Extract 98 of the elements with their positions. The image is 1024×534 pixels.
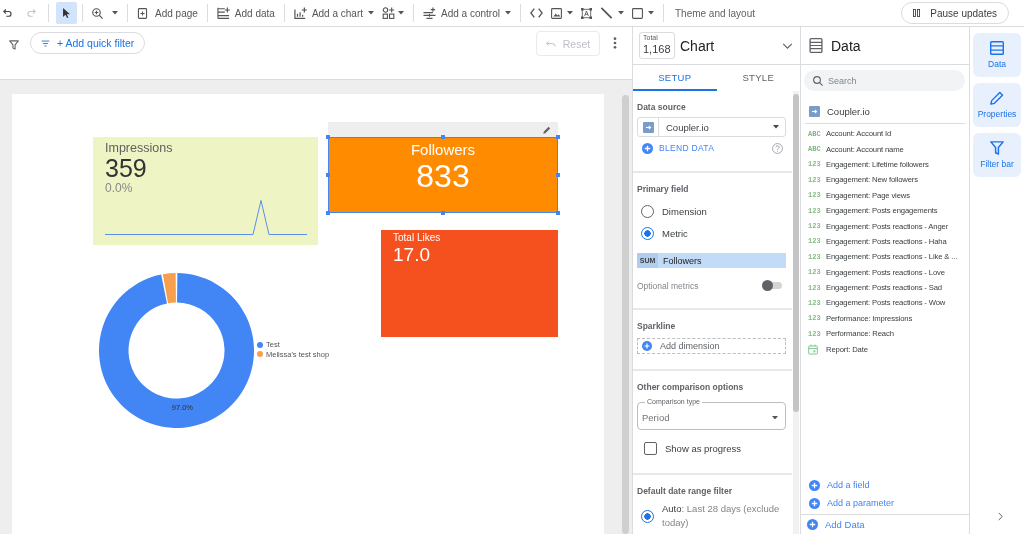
plus-circle-icon [642,341,652,351]
caret-icon [398,11,405,15]
scrollbar-thumb[interactable] [793,94,799,412]
section-heading: Other comparison options [637,381,744,393]
radio-button[interactable] [641,509,654,523]
tab[interactable]: SETUP [633,65,717,91]
select-tool-button[interactable] [56,2,77,24]
data-source-icon [809,105,820,117]
funnel-icon [990,141,1004,155]
filter-icon[interactable] [9,40,19,50]
pause-icon [913,9,921,17]
search-icon [813,75,823,86]
page-plus-icon [137,7,148,19]
checkbox[interactable] [644,442,657,455]
bar-chart-plus-icon [293,7,307,19]
radio-label: Dimension [662,205,707,217]
caret-icon [647,11,654,15]
table-plus-icon [216,7,230,19]
resize-handle[interactable] [556,135,560,139]
resize-handle[interactable] [556,173,560,177]
resize-handle[interactable] [326,173,330,177]
cursor-arrow-icon [63,8,70,18]
theme-and-layout-button[interactable]: Theme and layout [668,2,762,24]
add-page-button[interactable]: Add page [133,2,202,24]
scorecard-value: 17.0 [393,244,430,266]
scrollbar-thumb[interactable] [622,95,629,534]
toggle-switch[interactable] [762,280,782,291]
caret-icon [773,125,779,129]
blend-data-button[interactable]: BLEND DATA [642,142,715,154]
metric-name: Followers [663,255,702,266]
plus-circle-icon [807,519,818,530]
caret-icon [368,11,375,15]
zoom-in-icon [92,7,103,19]
add-chart-button[interactable]: Add a chart [289,2,379,24]
properties-panel-button[interactable]: Properties [973,83,1021,127]
undo-icon[interactable] [3,9,12,17]
panel-title: Data [831,37,861,54]
radio-button[interactable] [641,226,654,240]
resize-handle[interactable] [556,211,560,215]
calendar-icon [808,343,818,355]
add-control-button[interactable]: Add a control [419,2,515,24]
caret-icon [566,11,573,15]
data-source-icon [642,121,654,133]
plus-circle-icon [642,142,653,154]
chevron-down-icon[interactable] [782,42,793,49]
square-icon [631,7,643,19]
caret-icon [112,11,118,15]
caret-icon [617,11,624,15]
text-box-icon [580,7,592,19]
data-panel-button[interactable]: Data [973,33,1021,77]
scorecard-title: Impressions [105,140,173,156]
section-heading: Primary field [637,183,689,195]
search-field[interactable]: Search [804,70,965,91]
filter-lines-icon [41,39,50,47]
total-value: 1,168 [643,42,671,56]
radio-label: Metric [662,227,688,239]
chevron-right-icon[interactable] [997,512,1003,521]
angle-brackets-icon [529,7,543,19]
diagonal-line-icon [599,7,613,19]
checkbox-label: Show as progress [665,443,742,454]
add-link[interactable]: Add a field [809,476,870,495]
section-heading: Default date range filter [637,485,732,497]
resize-handle[interactable] [441,135,445,139]
table-icon [809,38,823,53]
caret-icon [504,11,511,15]
shapes-plus-icon [382,7,396,19]
scorecard-value: 833 [416,159,470,193]
pencil-icon [990,91,1004,105]
data-source-name: Coupler.io [827,105,870,117]
pencil-icon[interactable] [543,125,551,134]
plus-circle-icon [809,479,820,491]
scorecard-change: 0.0% [105,180,133,196]
resize-handle[interactable] [441,211,445,215]
resize-handle[interactable] [326,211,330,215]
panel-title: Chart [680,37,715,54]
section-heading: Data source [637,101,686,113]
scorecard-value: 359 [105,156,147,180]
sliders-plus-icon [423,7,437,19]
add-dimension-button[interactable]: Add dimension [637,338,786,354]
caret-icon [772,415,778,420]
tab[interactable]: STYLE [716,65,800,91]
toggle-label: Optional metrics [637,280,699,291]
add-data-button[interactable]: Add data [212,2,279,24]
scorecard-title: Total Likes [393,232,441,244]
plus-circle-icon [809,497,820,509]
image-icon [550,7,562,19]
scorecard[interactable]: Impressions 359 0.0% [93,137,318,245]
table-icon [990,41,1004,55]
resize-handle[interactable] [326,135,330,139]
scorecard-title: Followers [410,141,476,159]
section-heading: Sparkline [637,320,676,332]
kebab-menu-icon[interactable] [613,37,617,49]
add-data-link[interactable]: Add Data [801,514,969,534]
filter-panel-button[interactable]: Filter bar [973,133,1021,177]
undo-icon [545,40,556,47]
radio-label: Auto: Last 28 days (exclude today) [662,502,781,530]
data-source-select[interactable]: Coupler.io [637,117,786,137]
add-link[interactable]: Add a parameter [809,494,895,512]
